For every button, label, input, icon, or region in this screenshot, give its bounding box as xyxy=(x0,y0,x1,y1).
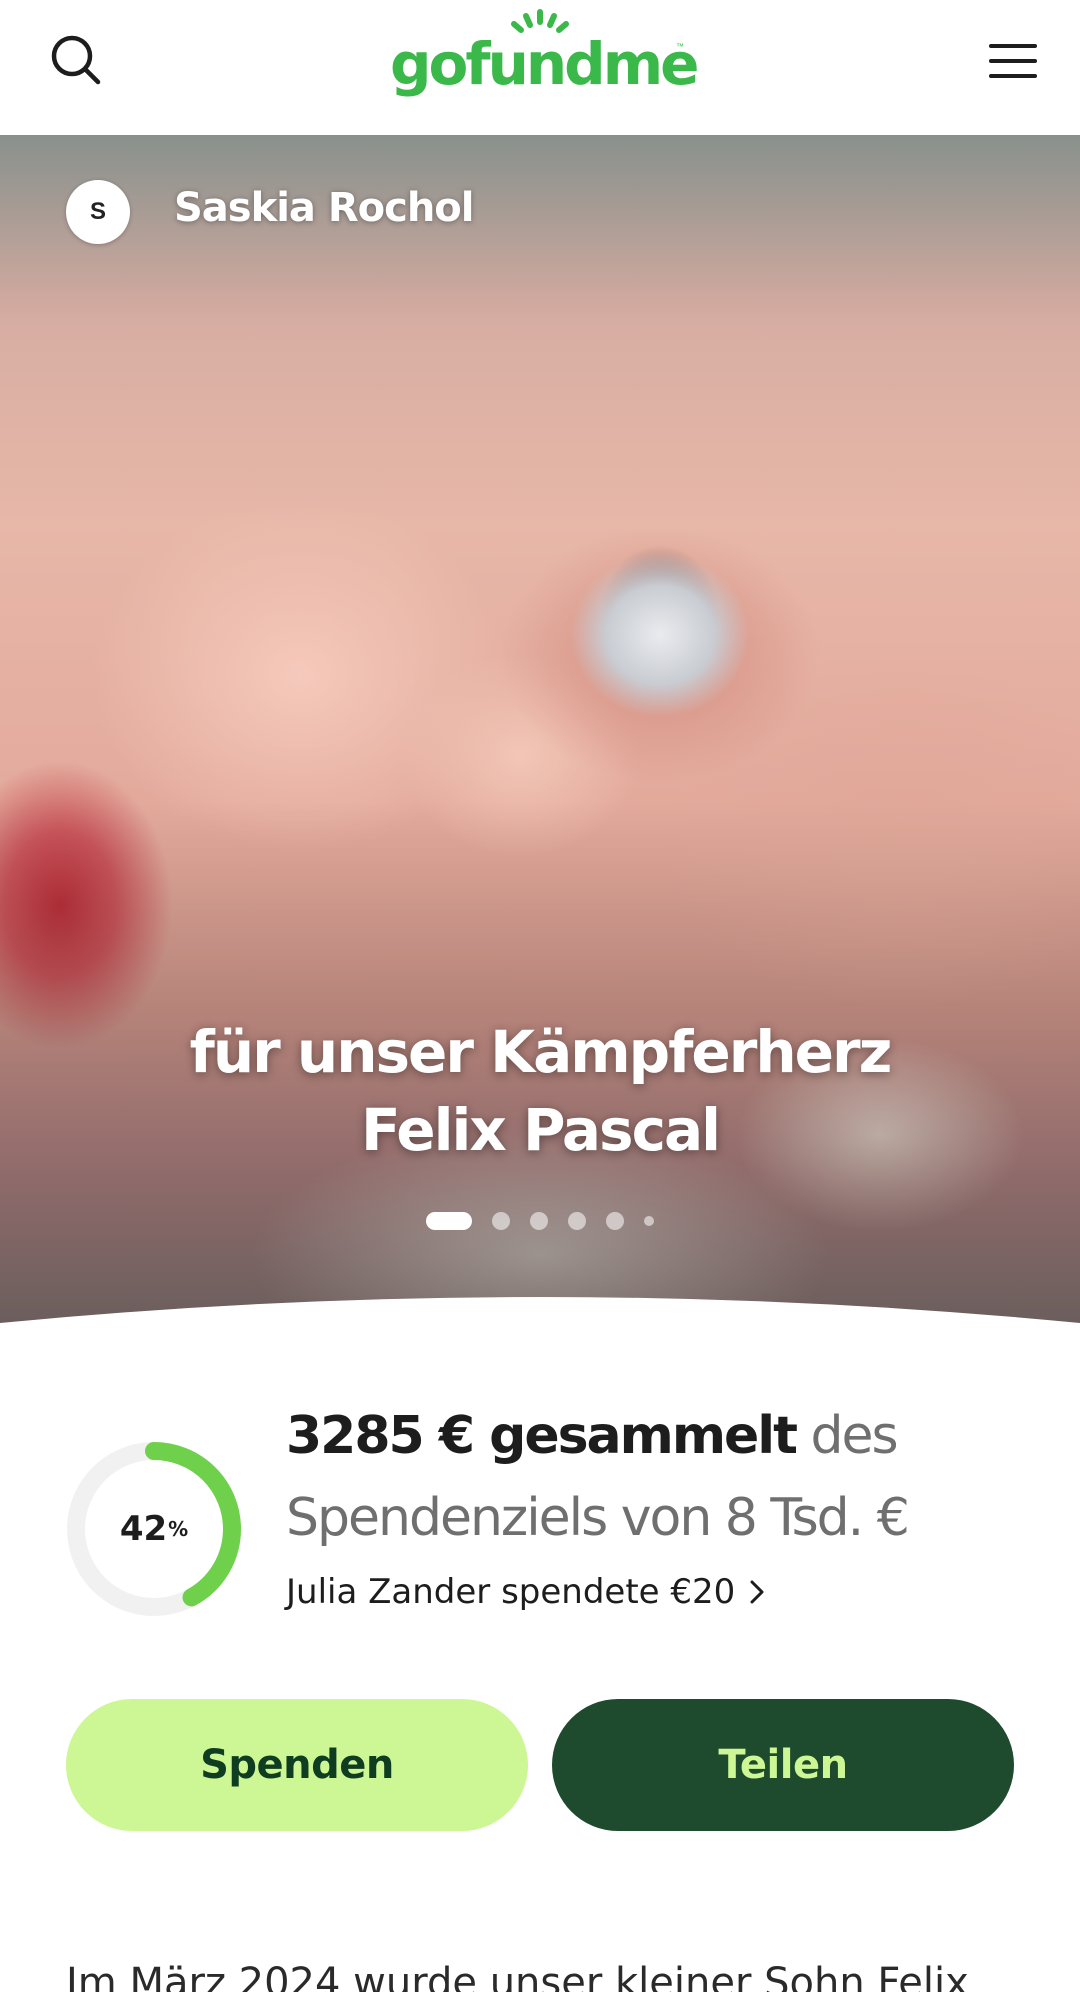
hamburger-menu-icon xyxy=(989,44,1037,78)
hero-bottom-curve xyxy=(0,1297,1080,1345)
carousel-dot-6[interactable] xyxy=(644,1216,654,1226)
gofundme-logo[interactable]: gofundme ™ xyxy=(390,8,699,108)
carousel-dot-1[interactable] xyxy=(426,1212,472,1230)
logo-wordmark: gofundme xyxy=(390,30,699,98)
donate-button[interactable]: Spenden xyxy=(66,1699,528,1831)
amount-raised-summary: 3285 € gesammelt des Spendenziels von 8 … xyxy=(286,1395,1026,1559)
search-button[interactable] xyxy=(40,24,114,98)
logo-trademark: ™ xyxy=(676,42,684,51)
recent-donation-text: Julia Zander spendete €20 xyxy=(286,1572,736,1612)
search-icon xyxy=(51,35,101,85)
menu-button[interactable] xyxy=(980,28,1046,94)
carousel-dot-4[interactable] xyxy=(568,1212,586,1230)
campaign-page: gofundme ™ S Saskia Rochol für unser Käm… xyxy=(0,0,1080,1992)
progress-percent-number: 42 xyxy=(119,1509,168,1549)
campaign-title-line2: Felix Pascal xyxy=(361,1096,721,1164)
progress-percent-sign: % xyxy=(168,1517,189,1541)
recent-donation-link[interactable]: Julia Zander spendete €20 xyxy=(286,1572,765,1612)
top-header: gofundme ™ xyxy=(0,0,1080,135)
organizer-name[interactable]: Saskia Rochol xyxy=(174,185,474,231)
campaign-title-line1: für unser Kämpferherz xyxy=(189,1018,893,1086)
story-text: Im März 2024 wurde unser kleiner Sohn Fe… xyxy=(66,1960,969,1992)
carousel-dot-3[interactable] xyxy=(530,1212,548,1230)
carousel-dot-2[interactable] xyxy=(492,1212,510,1230)
share-button[interactable]: Teilen xyxy=(552,1699,1014,1831)
carousel-dot-5[interactable] xyxy=(606,1212,624,1230)
hero-image-carousel[interactable]: S Saskia Rochol für unser Kämpferherz Fe… xyxy=(0,135,1080,1345)
chevron-right-icon xyxy=(750,1580,764,1604)
campaign-title: für unser Kämpferherz Felix Pascal xyxy=(90,1013,990,1169)
carousel-pagination xyxy=(0,1212,1080,1230)
amount-raised: 3285 € gesammelt xyxy=(286,1406,798,1466)
progress-percent: 42% xyxy=(66,1441,242,1617)
organizer-avatar[interactable]: S xyxy=(66,180,130,244)
